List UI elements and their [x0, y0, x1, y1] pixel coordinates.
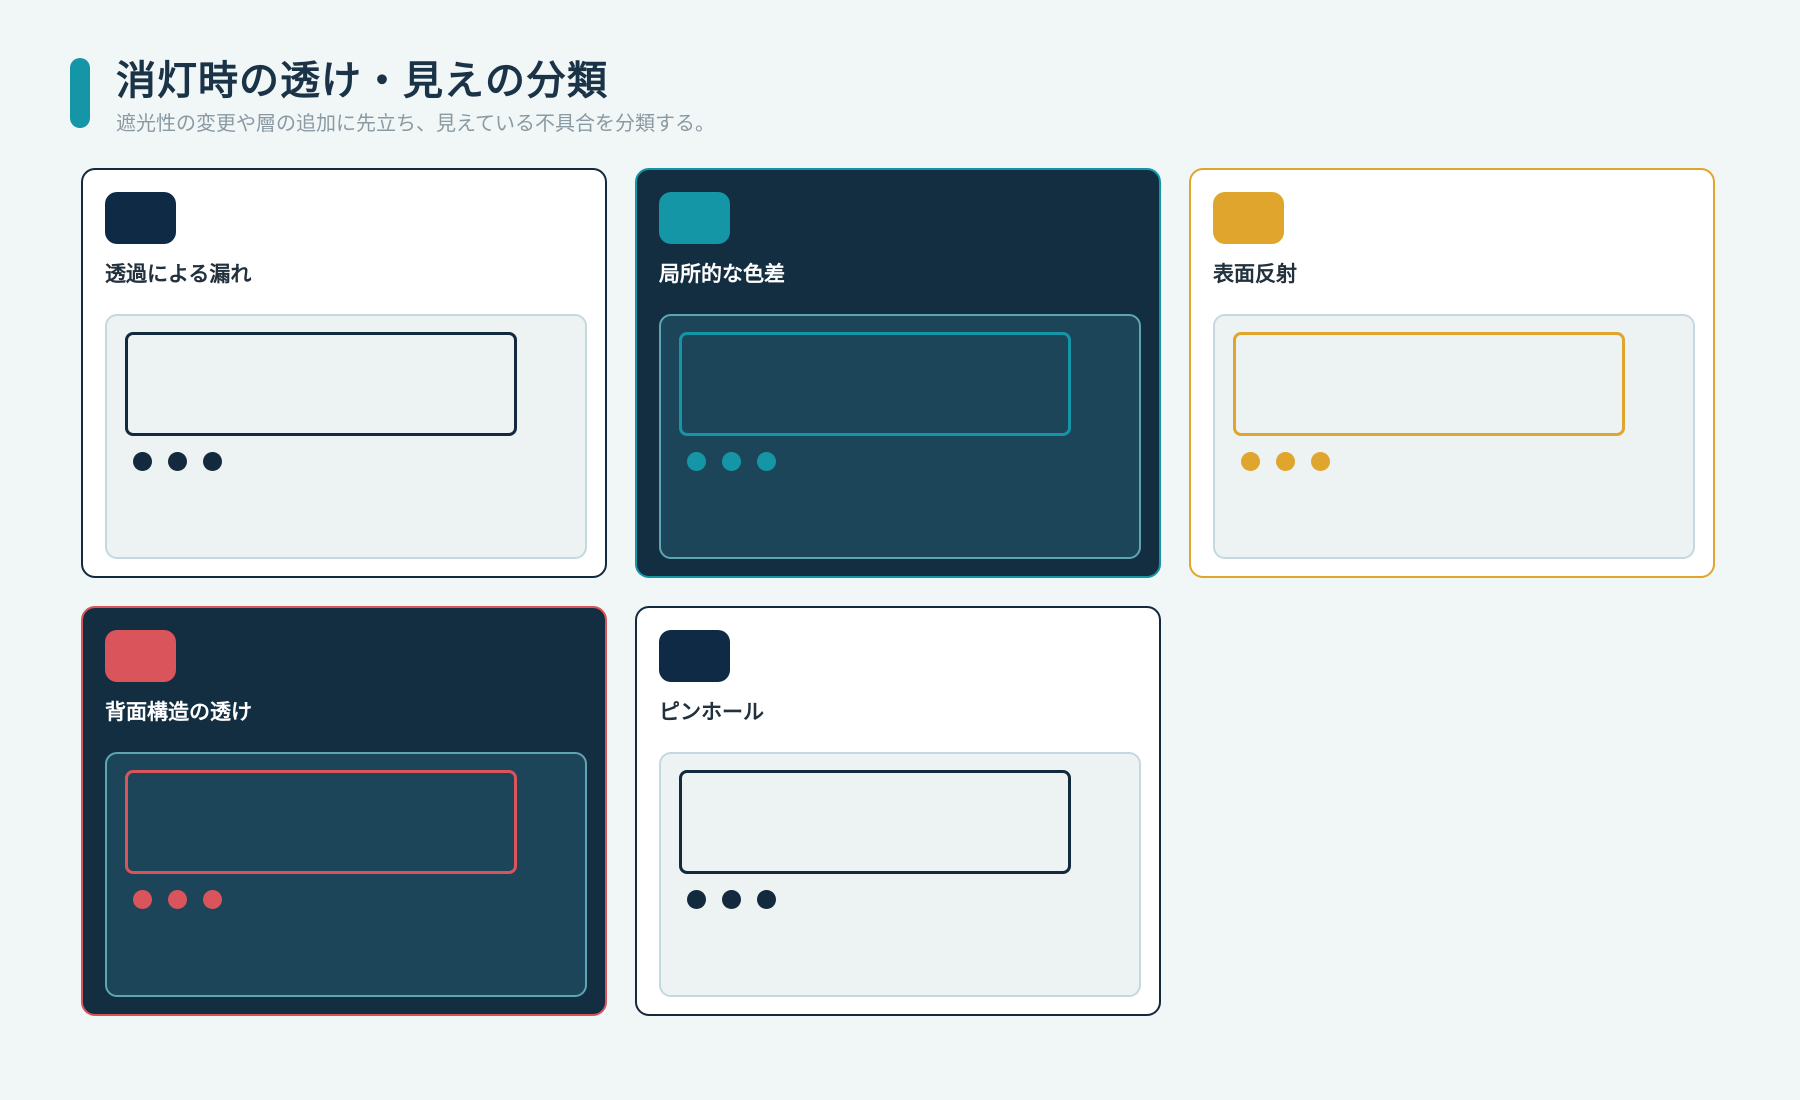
category-card-transmission-leak[interactable]: 透過による漏れ: [81, 168, 607, 578]
indicator-dot: [203, 890, 222, 909]
indicator-dot: [1241, 452, 1260, 471]
page-title: 消灯時の透け・見えの分類: [116, 58, 608, 104]
indicator-dot: [1311, 452, 1330, 471]
category-badge: [1213, 192, 1284, 244]
indicator-dot: [757, 452, 776, 471]
category-badge: [659, 192, 730, 244]
category-card-back-structure-show-through[interactable]: 背面構造の透け: [81, 606, 607, 1016]
preview-pane: [125, 332, 517, 436]
indicator-dots: [687, 890, 776, 910]
indicator-dot: [133, 890, 152, 909]
indicator-dot: [133, 452, 152, 471]
indicator-dot: [168, 890, 187, 909]
indicator-dot: [168, 452, 187, 471]
preview-pane: [1233, 332, 1625, 436]
indicator-dot: [203, 452, 222, 471]
category-card-local-color-difference[interactable]: 局所的な色差: [635, 168, 1161, 578]
card-preview: [105, 314, 587, 559]
category-badge: [105, 630, 176, 682]
indicator-dot: [687, 890, 706, 909]
card-title: ピンホール: [659, 700, 764, 724]
indicator-dots: [133, 452, 222, 472]
card-preview: [105, 752, 587, 997]
category-badge: [659, 630, 730, 682]
indicator-dot: [1276, 452, 1295, 471]
category-card-pinhole[interactable]: ピンホール: [635, 606, 1161, 1016]
card-title: 局所的な色差: [659, 262, 785, 286]
indicator-dot: [687, 452, 706, 471]
card-preview: [659, 752, 1141, 997]
indicator-dot: [722, 452, 741, 471]
indicator-dots: [133, 890, 222, 910]
card-title: 透過による漏れ: [105, 262, 252, 286]
card-title: 背面構造の透け: [105, 700, 252, 724]
card-preview: [659, 314, 1141, 559]
page-subtitle: 遮光性の変更や層の追加に先立ち、見えている不具合を分類する。: [116, 111, 715, 135]
preview-pane: [125, 770, 517, 874]
preview-pane: [679, 332, 1071, 436]
indicator-dots: [687, 452, 776, 472]
indicator-dot: [757, 890, 776, 909]
card-title: 表面反射: [1213, 262, 1297, 286]
header-accent-bar: [70, 58, 90, 128]
preview-pane: [679, 770, 1071, 874]
indicator-dot: [722, 890, 741, 909]
indicator-dots: [1241, 452, 1330, 472]
category-card-surface-reflection[interactable]: 表面反射: [1189, 168, 1715, 578]
card-preview: [1213, 314, 1695, 559]
category-badge: [105, 192, 176, 244]
